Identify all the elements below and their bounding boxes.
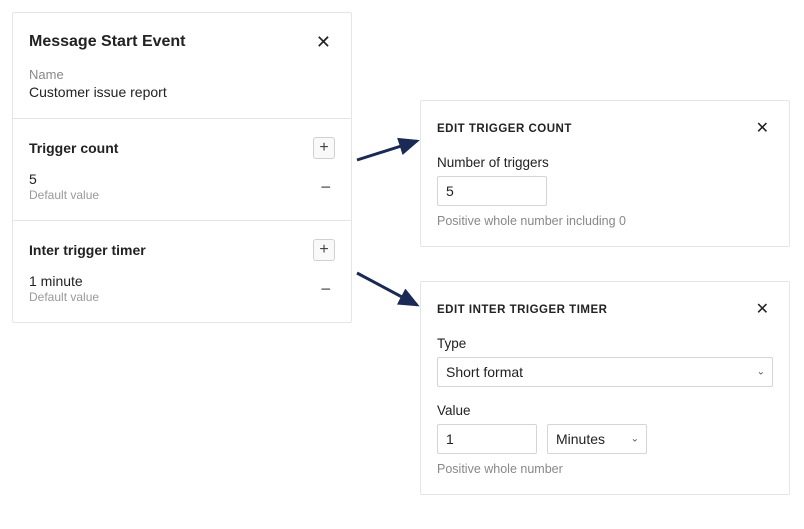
number-of-triggers-label: Number of triggers <box>437 155 773 170</box>
trigger-count-section: Trigger count + 5 Default value − <box>13 119 351 221</box>
timer-value-label: Value <box>437 403 773 418</box>
timer-type-value: Short format <box>446 364 523 380</box>
remove-inter-trigger-button[interactable]: − <box>316 280 335 298</box>
close-edit-timer-icon[interactable]: ✕ <box>752 300 773 320</box>
edit-trigger-count-panel: EDIT TRIGGER COUNT ✕ Number of triggers … <box>420 100 790 247</box>
close-edit-count-icon[interactable]: ✕ <box>752 119 773 139</box>
left-panel: Message Start Event ✕ Name Customer issu… <box>12 12 352 323</box>
remove-trigger-count-button[interactable]: − <box>316 178 335 196</box>
header-section: Message Start Event ✕ Name Customer issu… <box>13 13 351 119</box>
timer-type-label: Type <box>437 336 773 351</box>
add-inter-trigger-button[interactable]: + <box>313 239 335 261</box>
trigger-count-value: 5 <box>29 171 99 187</box>
name-value: Customer issue report <box>29 84 335 100</box>
edit-trigger-count-title: EDIT TRIGGER COUNT <box>437 123 572 135</box>
close-icon[interactable]: ✕ <box>312 31 335 53</box>
inter-trigger-section: Inter trigger timer + 1 minute Default v… <box>13 221 351 322</box>
name-label: Name <box>29 67 335 82</box>
timer-value-helper: Positive whole number <box>437 462 773 476</box>
inter-trigger-value: 1 minute <box>29 273 99 289</box>
edit-inter-trigger-panel: EDIT INTER TRIGGER TIMER ✕ Type Short fo… <box>420 281 790 495</box>
add-trigger-count-button[interactable]: + <box>313 137 335 159</box>
inter-trigger-title: Inter trigger timer <box>29 242 146 258</box>
timer-unit-select[interactable]: Minutes <box>547 424 647 454</box>
edit-inter-trigger-title: EDIT INTER TRIGGER TIMER <box>437 304 607 316</box>
number-of-triggers-input[interactable] <box>437 176 547 206</box>
timer-value-input[interactable] <box>437 424 537 454</box>
trigger-count-title: Trigger count <box>29 140 118 156</box>
timer-type-select[interactable]: Short format <box>437 357 773 387</box>
inter-trigger-default-label: Default value <box>29 290 99 304</box>
trigger-count-helper: Positive whole number including 0 <box>437 214 773 228</box>
right-panels: EDIT TRIGGER COUNT ✕ Number of triggers … <box>420 100 790 529</box>
panel-title: Message Start Event <box>29 33 186 51</box>
trigger-count-default-label: Default value <box>29 188 99 202</box>
timer-unit-value: Minutes <box>556 431 605 447</box>
